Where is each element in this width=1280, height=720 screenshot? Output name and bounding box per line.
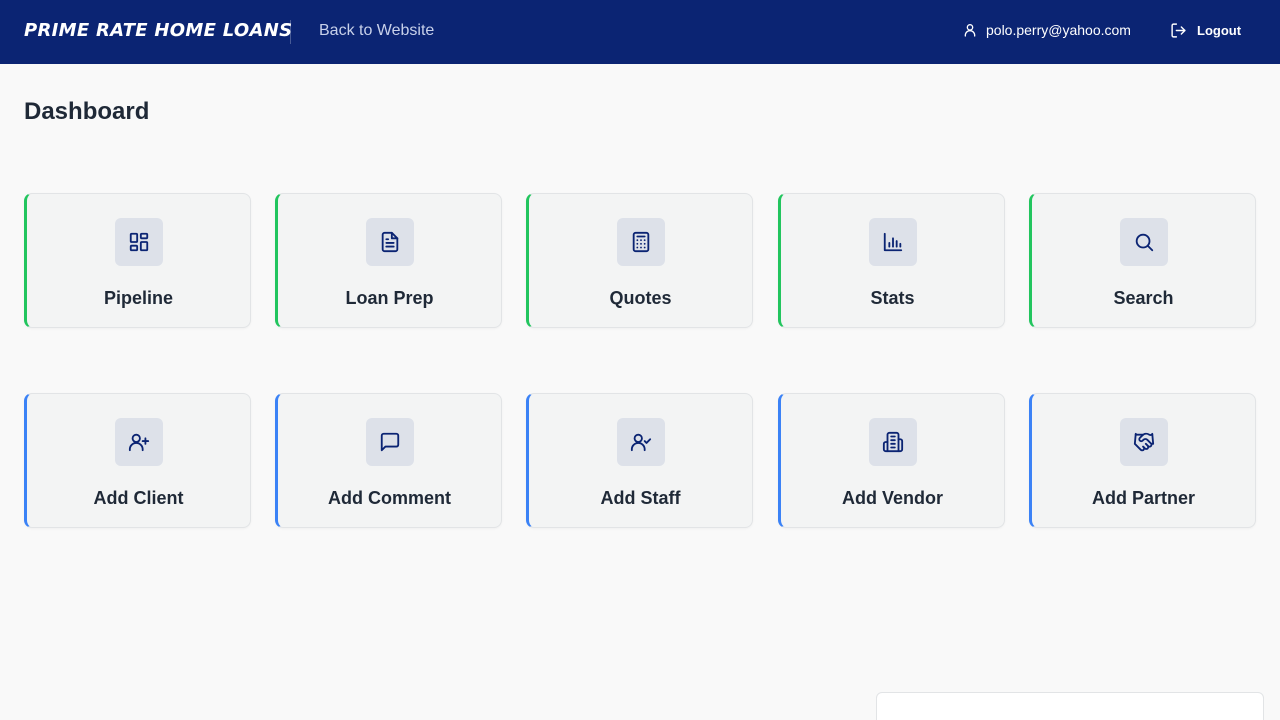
- building-icon: [868, 418, 917, 466]
- user-email: polo.perry@yahoo.com: [986, 22, 1131, 38]
- floating-panel: [876, 692, 1264, 720]
- user-plus-icon: [114, 418, 163, 466]
- card-label: Add Comment: [328, 488, 451, 508]
- logout-icon: [1170, 22, 1187, 39]
- stats-card[interactable]: Stats: [778, 193, 1005, 328]
- add-staff-card[interactable]: Add Staff: [526, 393, 753, 528]
- header-divider: [290, 20, 291, 44]
- add-comment-card[interactable]: Add Comment: [275, 393, 502, 528]
- handshake-icon: [1119, 418, 1168, 466]
- card-label: Add Client: [93, 488, 184, 508]
- card-label: Add Vendor: [841, 488, 943, 508]
- message-square-icon: [365, 418, 414, 466]
- card-label: Stats: [870, 288, 915, 308]
- card-label: Search: [1113, 288, 1174, 308]
- loan-prep-card[interactable]: Loan Prep: [275, 193, 502, 328]
- back-to-website-link[interactable]: Back to Website: [319, 22, 434, 40]
- search-card[interactable]: Search: [1029, 193, 1256, 328]
- add-vendor-card[interactable]: Add Vendor: [778, 393, 1005, 528]
- pipeline-card[interactable]: Pipeline: [24, 193, 251, 328]
- document-icon: [365, 218, 414, 266]
- calculator-icon: [616, 218, 665, 266]
- card-label: Loan Prep: [345, 288, 434, 308]
- brand-logo[interactable]: PRIME RATE HOME LOANS: [24, 20, 292, 41]
- user-check-icon: [616, 418, 665, 466]
- user-account[interactable]: polo.perry@yahoo.com: [962, 22, 1131, 38]
- card-label: Pipeline: [103, 288, 174, 308]
- quotes-card[interactable]: Quotes: [526, 193, 753, 328]
- user-icon: [962, 22, 978, 38]
- card-label: Quotes: [609, 288, 672, 308]
- top-navbar: PRIME RATE HOME LOANS Back to Website po…: [0, 0, 1280, 64]
- add-client-card[interactable]: Add Client: [24, 393, 251, 528]
- logout-label: Logout: [1197, 23, 1242, 38]
- layout-grid-icon: [114, 218, 163, 266]
- card-label: Add Staff: [600, 488, 681, 508]
- logout-button[interactable]: Logout: [1170, 22, 1241, 39]
- page-title: Dashboard: [24, 98, 150, 125]
- card-label: Add Partner: [1091, 488, 1196, 508]
- bar-chart-icon: [868, 218, 917, 266]
- add-partner-card[interactable]: Add Partner: [1029, 393, 1256, 528]
- search-icon: [1119, 218, 1168, 266]
